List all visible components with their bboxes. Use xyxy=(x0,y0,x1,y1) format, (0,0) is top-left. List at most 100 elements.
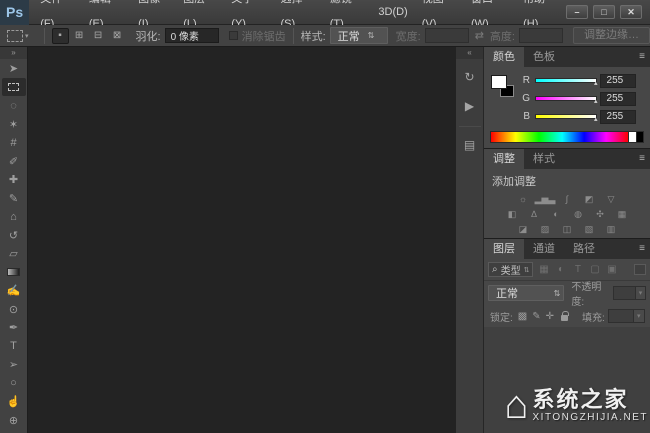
gradient-map-icon[interactable]: ▧ xyxy=(581,222,598,236)
blue-slider[interactable] xyxy=(535,114,597,119)
levels-icon[interactable]: ▂▅▃ xyxy=(535,192,556,206)
threshold-icon[interactable]: ◫ xyxy=(559,222,576,236)
red-value-input[interactable]: 255 xyxy=(599,73,636,88)
properties-panel-button[interactable]: ▤ xyxy=(458,134,482,156)
style-select[interactable]: 正常 ⇅ xyxy=(329,27,388,44)
rectangular-marquee-tool[interactable] xyxy=(1,78,26,96)
tab-paths[interactable]: 路径 xyxy=(564,239,604,259)
invert-icon[interactable]: ◪ xyxy=(515,222,532,236)
tab-styles[interactable]: 样式 xyxy=(524,149,564,169)
curves-icon[interactable]: ∫ xyxy=(559,192,576,206)
eyedropper-tool[interactable]: ✐ xyxy=(2,152,26,170)
filter-smart-objects-icon[interactable]: ▣ xyxy=(605,264,618,275)
white-swatch[interactable] xyxy=(628,131,636,143)
lock-transparent-pixels-icon[interactable]: ▩ xyxy=(518,311,527,322)
lock-image-pixels-icon[interactable]: ✎ xyxy=(532,311,540,322)
height-input xyxy=(518,28,563,43)
blue-channel-row: B ▴ 255 xyxy=(518,109,644,124)
red-slider[interactable] xyxy=(535,78,597,83)
hand-tool[interactable]: ☝ xyxy=(2,393,26,411)
hue-saturation-icon[interactable]: ◧ xyxy=(504,207,521,221)
layer-filter-toggle[interactable] xyxy=(634,264,646,275)
tool-preset-dropdown-icon[interactable]: ▾ xyxy=(25,32,29,40)
filter-shape-layers-icon[interactable]: ▢ xyxy=(588,264,601,275)
slider-thumb-icon[interactable]: ▴ xyxy=(594,97,598,105)
zoom-tool[interactable]: ⊕ xyxy=(2,411,26,429)
dodge-tool[interactable]: ⊙ xyxy=(2,300,26,318)
color-balance-icon[interactable]: ∆ xyxy=(526,207,543,221)
type-tool[interactable]: T xyxy=(2,337,26,355)
canvas-workspace[interactable] xyxy=(28,47,456,433)
tab-layers[interactable]: 图层 xyxy=(484,239,524,259)
selective-color-icon[interactable]: ▥ xyxy=(603,222,620,236)
history-panel-button[interactable]: ↻ xyxy=(458,66,482,88)
color-spectrum-ramp[interactable] xyxy=(490,131,628,143)
black-swatch[interactable] xyxy=(636,131,644,143)
pen-tool-icon: ✒ xyxy=(8,322,19,334)
history-brush-tool[interactable]: ↺ xyxy=(2,226,26,244)
eraser-tool[interactable]: ▱ xyxy=(2,245,26,263)
slider-thumb-icon[interactable]: ▴ xyxy=(594,79,598,87)
panel-menu-icon[interactable]: ≡ xyxy=(639,47,650,67)
gradient-tool[interactable] xyxy=(2,263,26,281)
feather-input[interactable]: 0 像素 xyxy=(164,28,219,43)
intersect-selection-button[interactable]: ⊠ xyxy=(109,28,126,44)
add-adjustment-heading: 添加调整 xyxy=(492,176,536,188)
clone-stamp-icon: ⌂ xyxy=(10,210,17,223)
tab-color[interactable]: 颜色 xyxy=(484,47,524,67)
new-selection-button[interactable]: ▪ xyxy=(51,27,69,44)
color-panel-body: R ▴ 255 G ▴ 255 B ▴ 255 xyxy=(484,67,650,130)
add-to-selection-button[interactable]: ⊞ xyxy=(71,28,88,44)
tab-swatches[interactable]: 色板 xyxy=(524,47,564,67)
spinner-icon: ⇅ xyxy=(553,288,561,298)
black-white-icon[interactable]: ◐ xyxy=(548,207,565,221)
smudge-tool[interactable]: ✍ xyxy=(2,282,26,300)
green-value-input[interactable]: 255 xyxy=(599,91,636,106)
lock-all-icon[interactable] xyxy=(561,310,570,321)
foreground-color-swatch[interactable] xyxy=(491,75,507,89)
tool-preset-icon[interactable] xyxy=(7,29,23,42)
crop-tool[interactable]: # xyxy=(2,134,26,152)
maximize-button[interactable]: □ xyxy=(593,5,615,19)
green-slider[interactable] xyxy=(535,96,597,101)
slider-thumb-icon[interactable]: ▴ xyxy=(594,115,598,123)
menu-3d[interactable]: 3D(D) xyxy=(371,0,414,25)
photo-filter-icon[interactable]: ◍ xyxy=(570,207,587,221)
color-lookup-icon[interactable]: ▦ xyxy=(614,207,631,221)
blend-mode-select[interactable]: 正常 ⇅ xyxy=(488,285,565,301)
clone-stamp-tool[interactable]: ⌂ xyxy=(2,208,26,226)
antialias-checkbox[interactable] xyxy=(228,31,238,40)
exposure-icon[interactable]: ◩ xyxy=(581,192,598,206)
vibrance-icon[interactable]: ▽ xyxy=(603,192,620,206)
actions-panel-button[interactable]: ▶ xyxy=(458,95,482,117)
brightness-contrast-icon[interactable]: ☼ xyxy=(515,192,532,206)
blue-value-input[interactable]: 255 xyxy=(599,109,636,124)
quick-selection-tool[interactable]: ✶ xyxy=(2,115,26,133)
red-channel-label: R xyxy=(522,75,530,86)
posterize-icon[interactable]: ▨ xyxy=(537,222,554,236)
layer-filter-type-select[interactable]: ⌕ 类型 ⇅ xyxy=(488,262,534,277)
tab-adjustments[interactable]: 调整 xyxy=(484,149,524,169)
tab-channels[interactable]: 通道 xyxy=(524,239,564,259)
gradient-tool-icon xyxy=(7,268,20,276)
lasso-tool[interactable]: ◌ xyxy=(2,97,26,115)
collapse-toolbar-button[interactable]: » xyxy=(0,47,27,59)
expand-dock-button[interactable]: « xyxy=(456,47,483,59)
ellipse-tool[interactable]: ○ xyxy=(2,374,26,392)
panel-menu-icon[interactable]: ≡ xyxy=(639,149,650,169)
subtract-from-selection-button[interactable]: ⊟ xyxy=(90,28,107,44)
brush-tool[interactable]: ✎ xyxy=(2,189,26,207)
move-tool[interactable]: ➤ xyxy=(2,60,26,78)
panel-menu-icon[interactable]: ≡ xyxy=(639,239,650,259)
pen-tool[interactable]: ✒ xyxy=(2,319,26,337)
spinner-icon: ⇅ xyxy=(523,266,530,274)
filter-adjustment-layers-icon[interactable]: ◐ xyxy=(554,264,567,275)
path-selection-tool[interactable]: ➢ xyxy=(2,356,26,374)
lock-position-icon[interactable]: ✛ xyxy=(546,311,554,322)
close-button[interactable]: ✕ xyxy=(620,5,642,19)
healing-brush-tool[interactable]: ✚ xyxy=(2,171,26,189)
channel-mixer-icon[interactable]: ✣ xyxy=(592,207,609,221)
filter-type-layers-icon[interactable]: T xyxy=(571,264,584,275)
filter-pixel-layers-icon[interactable]: ▦ xyxy=(537,264,550,275)
minimize-button[interactable]: – xyxy=(566,5,588,19)
